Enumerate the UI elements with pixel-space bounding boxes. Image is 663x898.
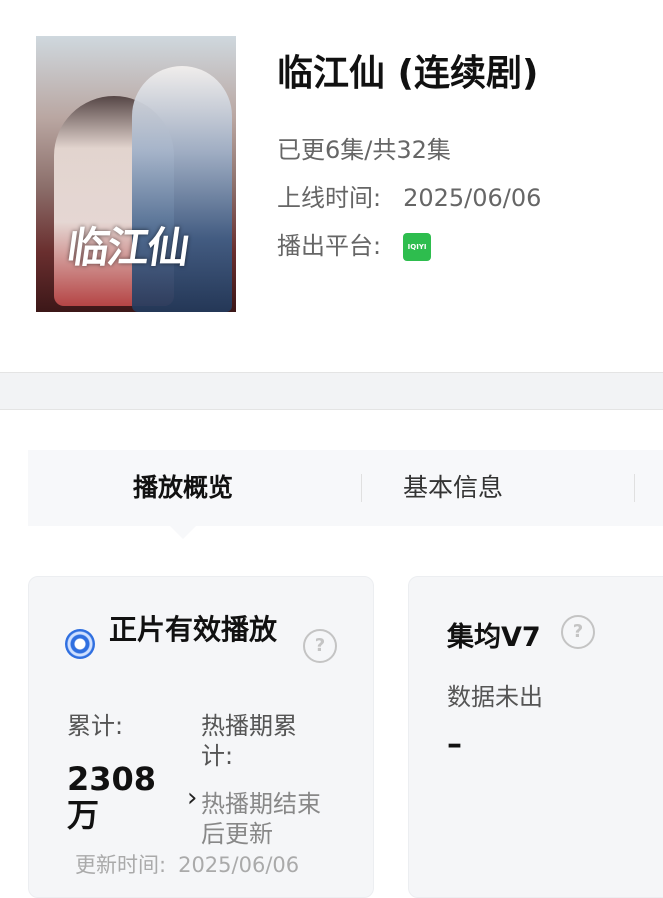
platform-label: 播出平台: [277,232,382,260]
chevron-right-icon[interactable]: › [187,783,197,813]
release-info: 上线时间: 2025/06/06 [277,178,541,213]
play-stats-icon [65,629,95,659]
platform-info: 播出平台: IQIYI [277,226,432,261]
episode-count: 已更6集/共32集 [277,136,451,164]
cumulative-value: 2308万 [67,760,157,834]
poster-title-calligraphy: 临江仙 [64,223,192,272]
tab-separator [361,474,362,502]
poster-figure-male [132,66,232,312]
card-title: 集均V7 [447,622,541,653]
effective-play-card[interactable]: 正片有效播放 ? 累计: 2308万 › 热播期累计: 热播期结束后更新 更新时… [28,576,374,898]
release-label: 上线时间: [277,184,382,212]
drama-poster[interactable]: 临江仙 [36,36,236,312]
section-divider [0,372,663,410]
tab-play-overview[interactable]: 播放概览 [133,450,233,526]
update-value: 2025/06/06 [178,853,300,877]
active-tab-pointer [170,526,196,539]
help-icon[interactable]: ? [561,615,595,649]
tab-bar: 播放概览 基本信息 [28,450,663,526]
hot-period-label: 热播期累计: [201,712,297,770]
tab-separator [634,474,635,502]
release-date: 2025/06/06 [403,184,542,212]
cumulative-label: 累计: [67,712,124,740]
hot-period-value: 热播期结束后更新 [201,790,321,848]
update-time: 更新时间: 2025/06/06 [75,849,299,879]
update-label: 更新时间: [75,853,167,877]
tab-basic-info[interactable]: 基本信息 [403,450,503,526]
v7-value: – [447,727,462,762]
drama-title: 临江仙 (连续剧) [277,53,539,94]
iqiyi-logo-icon[interactable]: IQIYI [403,233,432,261]
help-icon[interactable]: ? [303,629,337,663]
card-title: 正片有效播放 [109,613,278,646]
drama-header: 临江仙 临江仙 (连续剧) 已更6集/共32集 上线时间: 2025/06/06 … [0,0,663,372]
avg-v7-card[interactable]: 集均V7 ? 数据未出 – [408,576,663,898]
data-status: 数据未出 [447,683,543,711]
